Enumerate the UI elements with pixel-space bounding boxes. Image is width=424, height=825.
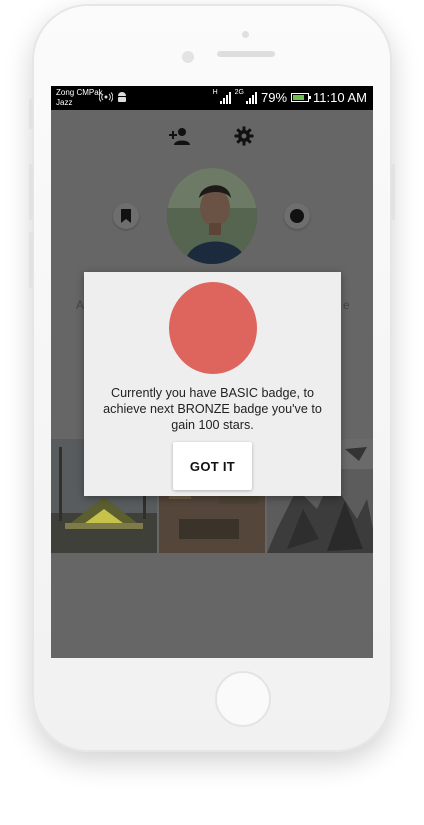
bookmark-button[interactable] <box>113 203 139 229</box>
clock: 11:10 AM <box>313 90 367 105</box>
status-bar: Zong CMPak Jazz H 2G 79% 11:10 AM <box>51 86 373 110</box>
bookmark-icon <box>121 209 131 223</box>
avatar[interactable] <box>167 168 257 264</box>
battery-percent: 79% <box>261 90 288 105</box>
record-button[interactable] <box>284 203 310 229</box>
wifi-hotspot-icon <box>99 92 113 102</box>
gear-icon[interactable] <box>234 126 254 146</box>
earpiece-speaker <box>217 51 275 57</box>
dot-icon <box>290 209 304 223</box>
hidden-label-right: e <box>343 298 350 312</box>
badge-dialog: Currently you have BASIC badge, to achie… <box>84 272 341 496</box>
front-camera <box>182 51 194 63</box>
person-add-icon[interactable] <box>168 126 192 146</box>
carrier-secondary: Jazz <box>56 98 73 107</box>
battery-icon <box>291 93 312 102</box>
carrier-info: Zong CMPak Jazz <box>56 88 103 108</box>
android-debug-icon <box>118 92 126 102</box>
power-button <box>391 164 395 220</box>
home-button[interactable] <box>215 671 271 727</box>
status-right: H 2G 79% 11:10 AM <box>212 89 367 105</box>
signal-2-icon <box>246 91 257 104</box>
carrier-primary: Zong CMPak <box>56 88 103 97</box>
signal-1-icon <box>219 91 231 104</box>
badge-icon <box>169 282 257 374</box>
got-it-button[interactable]: GOT IT <box>173 442 252 490</box>
badge-message: Currently you have BASIC badge, to achie… <box>103 386 322 432</box>
mute-switch <box>29 99 33 129</box>
volume-up-button <box>29 164 33 220</box>
network-type-1: H <box>212 89 218 96</box>
proximity-sensor <box>242 31 249 38</box>
hidden-label-left: A <box>76 298 85 312</box>
volume-down-button <box>29 232 33 288</box>
app-screen: Zong CMPak Jazz H 2G 79% 11:10 AM A e Cu… <box>51 86 373 658</box>
network-type-2: 2G <box>234 89 244 96</box>
profile-photo <box>167 168 257 264</box>
